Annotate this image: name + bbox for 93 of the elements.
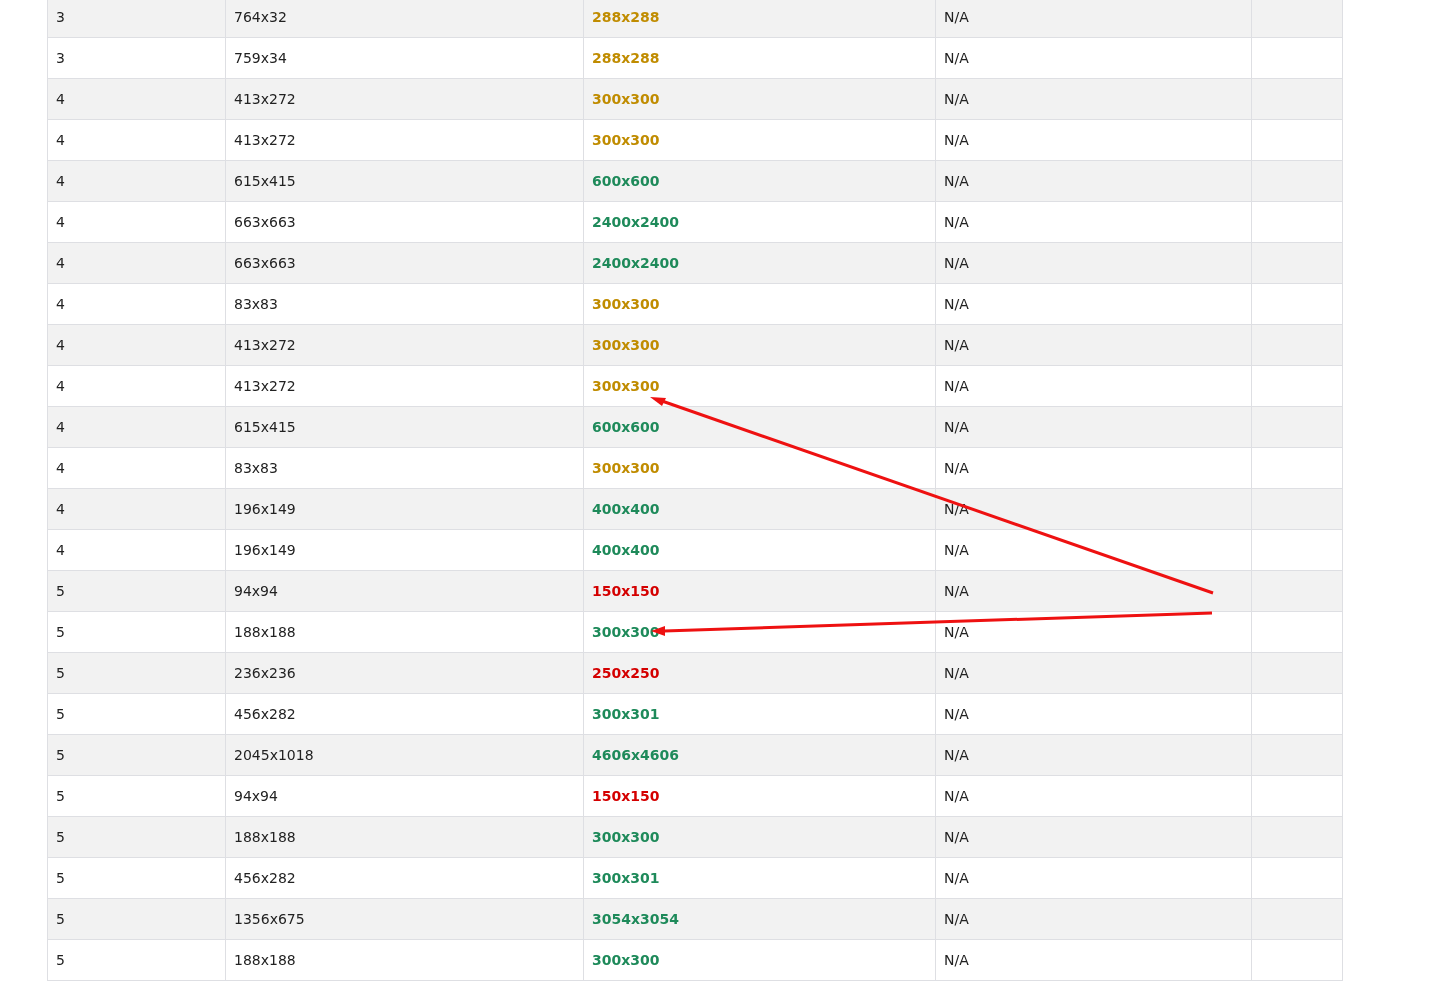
table-cell: 5 — [47, 939, 226, 981]
table-cell: 413x272 — [225, 78, 584, 120]
table-cell: 663x663 — [225, 201, 584, 243]
table-cell: 300x300 — [583, 283, 936, 325]
table-cell: 3054x3054 — [583, 898, 936, 940]
table-cell: 188x188 — [225, 816, 584, 858]
table-cell: 196x149 — [225, 488, 584, 530]
table-cell: N/A — [935, 324, 1252, 366]
table-cell: 5 — [47, 693, 226, 735]
table-cell: 250x250 — [583, 652, 936, 694]
table-cell: 150x150 — [583, 775, 936, 817]
table-cell: 4 — [47, 160, 226, 202]
table-cell: N/A — [935, 201, 1252, 243]
table-cell: 300x301 — [583, 693, 936, 735]
table-cell: 4 — [47, 78, 226, 120]
table-cell: 94x94 — [225, 775, 584, 817]
table-cell: 300x300 — [583, 119, 936, 161]
table-cell: 4 — [47, 529, 226, 571]
table-cell: 2400x2400 — [583, 242, 936, 284]
table-cell: 2045x1018 — [225, 734, 584, 776]
table-cell: 300x300 — [583, 939, 936, 981]
table-cell: 188x188 — [225, 939, 584, 981]
table-cell: N/A — [935, 816, 1252, 858]
table-cell: 300x300 — [583, 78, 936, 120]
table-cell: 5 — [47, 611, 226, 653]
table-cell: N/A — [935, 119, 1252, 161]
table-cell: N/A — [935, 283, 1252, 325]
table-cell: 83x83 — [225, 447, 584, 489]
table-cell: 3 — [47, 37, 226, 79]
table-cell: N/A — [935, 78, 1252, 120]
table-cell: 3 — [47, 0, 226, 38]
table-cell: N/A — [935, 693, 1252, 735]
table-cell: 615x415 — [225, 160, 584, 202]
table-cell: 4 — [47, 406, 226, 448]
table-cell: 5 — [47, 734, 226, 776]
table-cell: N/A — [935, 775, 1252, 817]
table-cell: N/A — [935, 857, 1252, 899]
table-cell: 5 — [47, 816, 226, 858]
table-cell: 456x282 — [225, 693, 584, 735]
table-cell: 4 — [47, 324, 226, 366]
table-cell: 600x600 — [583, 406, 936, 448]
table-cell: 94x94 — [225, 570, 584, 612]
table-cell: 4 — [47, 201, 226, 243]
table-cell: 83x83 — [225, 283, 584, 325]
table-cell: 236x236 — [225, 652, 584, 694]
table-cell: 288x288 — [583, 0, 936, 38]
table-cell: 400x400 — [583, 488, 936, 530]
table-cell: N/A — [935, 898, 1252, 940]
table-cell: 1356x675 — [225, 898, 584, 940]
table-cell: 615x415 — [225, 406, 584, 448]
table-cell: 4 — [47, 242, 226, 284]
table-cell: 300x300 — [583, 324, 936, 366]
table-cell: 150x150 — [583, 570, 936, 612]
table-cell: 5 — [47, 898, 226, 940]
table-cell: 600x600 — [583, 160, 936, 202]
table-cell: N/A — [935, 406, 1252, 448]
table-cell: 2400x2400 — [583, 201, 936, 243]
table-cell: N/A — [935, 160, 1252, 202]
table-cell: 5 — [47, 652, 226, 694]
table-cell: 196x149 — [225, 529, 584, 571]
table-cell: N/A — [935, 529, 1252, 571]
table-cell: N/A — [935, 734, 1252, 776]
table-cell: N/A — [935, 0, 1252, 38]
table-cell: N/A — [935, 242, 1252, 284]
table-cell: 5 — [47, 857, 226, 899]
table-cell: 759x34 — [225, 37, 584, 79]
table-cell: 5 — [47, 570, 226, 612]
table-cell: 4 — [47, 447, 226, 489]
table-cell: 300x300 — [583, 447, 936, 489]
table-cell: N/A — [935, 37, 1252, 79]
table-cell: N/A — [935, 447, 1252, 489]
table-cell: 413x272 — [225, 365, 584, 407]
table-cell: N/A — [935, 652, 1252, 694]
table-cell: 5 — [47, 775, 226, 817]
table-cell: 4 — [47, 365, 226, 407]
table-cell: 413x272 — [225, 324, 584, 366]
table-cell: 413x272 — [225, 119, 584, 161]
table-cell: N/A — [935, 939, 1252, 981]
table-cell: 4 — [47, 119, 226, 161]
table-cell: 4 — [47, 283, 226, 325]
table-cell: N/A — [935, 611, 1252, 653]
table-cell: 300x300 — [583, 816, 936, 858]
table-cell: N/A — [935, 365, 1252, 407]
table-cell: 764x32 — [225, 0, 584, 38]
table-cell: N/A — [935, 570, 1252, 612]
table-cell: 4606x4606 — [583, 734, 936, 776]
table-cell: 188x188 — [225, 611, 584, 653]
table-cell: 300x301 — [583, 857, 936, 899]
table-cell: 400x400 — [583, 529, 936, 571]
table-cell: 456x282 — [225, 857, 584, 899]
table-cell: 288x288 — [583, 37, 936, 79]
table-cell: 4 — [47, 488, 226, 530]
table-cell: 663x663 — [225, 242, 584, 284]
